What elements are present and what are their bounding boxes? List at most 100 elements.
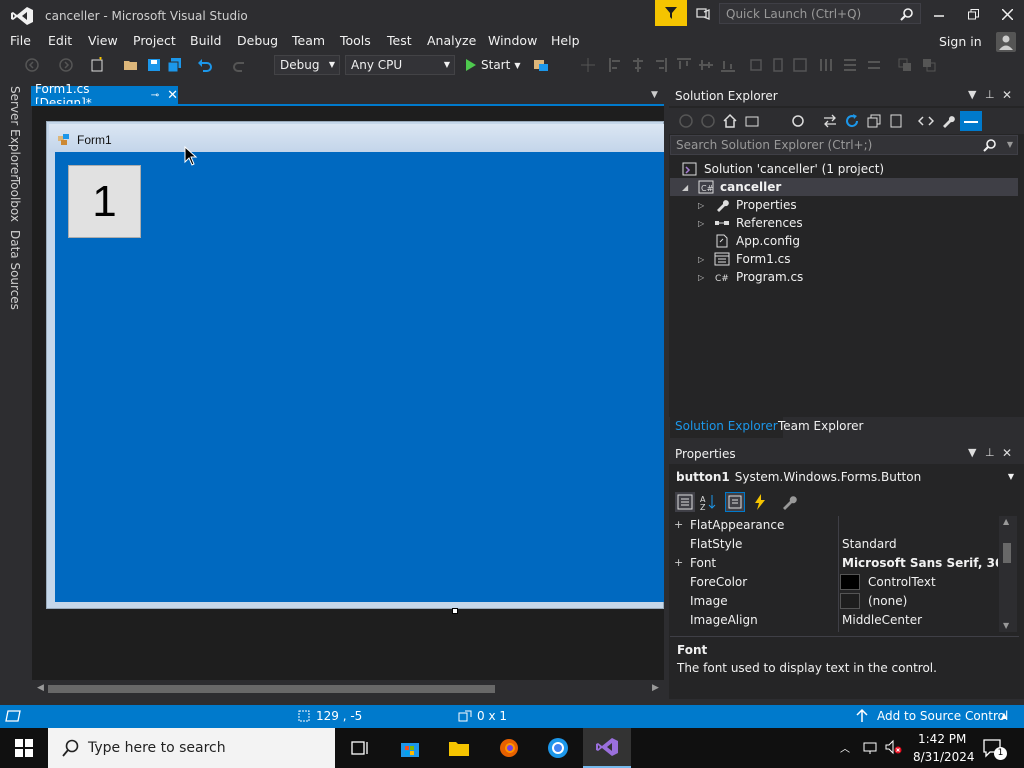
menu-file[interactable]: File [10, 33, 31, 48]
show-all-files-icon[interactable] [888, 113, 904, 129]
scroll-up-icon[interactable]: ▲ [1003, 517, 1009, 526]
tree-item-form1[interactable]: ▷ Form1.cs [698, 250, 791, 268]
menu-test[interactable]: Test [387, 33, 412, 48]
save-icon[interactable] [146, 57, 162, 73]
chrome-button[interactable] [534, 728, 582, 768]
collapsed-triangle-icon[interactable]: ▷ [698, 255, 708, 264]
redo-icon[interactable] [232, 57, 248, 73]
quick-launch-input[interactable]: Quick Launch (Ctrl+Q) [719, 3, 921, 24]
menu-tools[interactable]: Tools [340, 33, 371, 48]
menu-edit[interactable]: Edit [48, 33, 72, 48]
switch-views-icon[interactable] [744, 113, 760, 129]
visual-studio-taskbar-button[interactable] [583, 728, 631, 768]
tab-overflow-icon[interactable]: ▼ [651, 90, 658, 100]
menu-help[interactable]: Help [551, 33, 580, 48]
scrollbar-thumb[interactable] [48, 685, 495, 693]
object-selector-dropdown[interactable]: button1 System.Windows.Forms.Button ▼ [670, 467, 1019, 487]
menu-window[interactable]: Window [488, 33, 537, 48]
taskbar-search-box[interactable]: Type here to search [48, 728, 335, 768]
property-value[interactable]: ControlText [868, 575, 936, 589]
expand-plus-icon[interactable]: + [674, 556, 683, 569]
properties-view-icon[interactable] [725, 492, 745, 512]
property-row-forecolor[interactable]: ForeColor ControlText [670, 573, 998, 592]
categorized-icon[interactable] [675, 492, 695, 512]
collapsed-triangle-icon[interactable]: ▷ [698, 219, 708, 228]
form-resize-handle[interactable] [452, 608, 458, 614]
sign-in-link[interactable]: Sign in [939, 34, 982, 49]
firefox-button[interactable] [485, 728, 533, 768]
tree-item-solution[interactable]: Solution 'canceller' (1 project) [682, 160, 1018, 178]
view-code-icon[interactable] [918, 113, 934, 129]
menu-view[interactable]: View [88, 33, 118, 48]
close-window-button[interactable] [990, 0, 1024, 28]
microsoft-store-button[interactable] [386, 728, 434, 768]
auto-hide-pin-icon[interactable]: ⊥ [985, 88, 995, 101]
pending-changes-filter-icon[interactable] [790, 113, 806, 129]
property-row-font[interactable]: + Font Microsoft Sans Serif, 36pt [670, 554, 998, 573]
forward-icon[interactable] [700, 113, 716, 129]
file-explorer-button[interactable] [435, 728, 483, 768]
show-hidden-icons-chevron-icon[interactable]: ︿ [840, 740, 850, 755]
feedback-button[interactable] [692, 3, 714, 25]
scroll-left-icon[interactable]: ◀ [37, 683, 44, 693]
close-tab-icon[interactable]: ✕ [167, 88, 178, 103]
undo-icon[interactable] [197, 57, 213, 73]
property-value[interactable]: (none) [868, 594, 907, 608]
alphabetical-icon[interactable]: AZ [698, 492, 718, 512]
notification-center-button[interactable]: 1 [982, 738, 1007, 760]
add-to-source-control-button[interactable]: Add to Source Control [877, 709, 1008, 723]
clock-date[interactable]: 8/31/2024 [913, 750, 975, 764]
tab-form1-design[interactable]: Form1.cs [Design]* ⊸ ✕ [31, 82, 178, 110]
form-client-area[interactable] [55, 152, 664, 602]
form-title-bar[interactable] [49, 124, 664, 152]
output-window-icon[interactable] [5, 709, 21, 723]
network-icon[interactable] [862, 739, 878, 755]
collapse-all-icon[interactable] [866, 113, 882, 129]
window-position-dropdown-icon[interactable]: ▼ [968, 446, 976, 459]
pin-icon[interactable]: ⊸ [151, 90, 159, 101]
tab-team-explorer[interactable]: Team Explorer [778, 419, 864, 433]
tree-item-references[interactable]: ▷ References [698, 214, 803, 232]
forward-icon[interactable] [58, 57, 74, 73]
property-row-flatstyle[interactable]: FlatStyle Standard [670, 535, 998, 554]
property-grid-divider[interactable] [838, 516, 839, 632]
data-sources-tab[interactable]: Data Sources [8, 230, 22, 310]
scroll-right-icon[interactable]: ▶ [652, 683, 659, 693]
windows-start-button[interactable] [0, 728, 48, 768]
home-icon[interactable] [722, 113, 738, 129]
button1-control[interactable]: 1 [68, 165, 141, 238]
save-all-icon[interactable] [167, 57, 183, 73]
restore-button[interactable] [956, 0, 990, 28]
scroll-down-icon[interactable]: ▼ [1003, 621, 1009, 630]
configuration-dropdown[interactable]: Debug ▼ [274, 55, 340, 75]
refresh-icon[interactable] [844, 113, 860, 129]
menu-build[interactable]: Build [190, 33, 221, 48]
collapsed-triangle-icon[interactable]: ▷ [698, 273, 708, 282]
collapsed-triangle-icon[interactable]: ▷ [698, 201, 708, 210]
expanded-triangle-icon[interactable]: ◢ [682, 183, 692, 192]
start-debugging-button[interactable]: Start ▼ [465, 55, 520, 75]
tree-item-app-config[interactable]: App.config [698, 232, 800, 250]
task-view-button[interactable] [336, 728, 384, 768]
window-position-dropdown-icon[interactable]: ▼ [968, 88, 976, 101]
close-panel-icon[interactable]: ✕ [1002, 88, 1012, 102]
property-value[interactable]: MiddleCenter [842, 613, 922, 627]
tree-item-program[interactable]: ▷ C# Program.cs [698, 268, 803, 286]
tab-solution-explorer[interactable]: Solution Explorer [670, 417, 783, 438]
server-explorer-tab[interactable]: Server Explorer [8, 86, 22, 179]
account-icon[interactable] [996, 32, 1016, 52]
preview-selected-items-icon[interactable] [960, 111, 982, 131]
menu-project[interactable]: Project [133, 33, 176, 48]
properties-wrench-icon[interactable] [940, 113, 956, 129]
property-grid[interactable]: + FlatAppearance FlatStyle Standard + Fo… [670, 516, 998, 632]
back-icon[interactable] [24, 57, 40, 73]
menu-analyze[interactable]: Analyze [427, 33, 476, 48]
toolbox-tab[interactable]: Toolbox [8, 177, 22, 222]
scrollbar-thumb[interactable] [1003, 543, 1011, 563]
menu-team[interactable]: Team [292, 33, 325, 48]
open-file-icon[interactable] [123, 57, 139, 73]
solution-explorer-search-input[interactable]: Search Solution Explorer (Ctrl+;) ▼ [670, 135, 1018, 155]
expand-plus-icon[interactable]: + [674, 518, 683, 531]
property-row-imagealign[interactable]: ImageAlign MiddleCenter [670, 611, 998, 630]
auto-hide-pin-icon[interactable]: ⊥ [985, 446, 995, 459]
